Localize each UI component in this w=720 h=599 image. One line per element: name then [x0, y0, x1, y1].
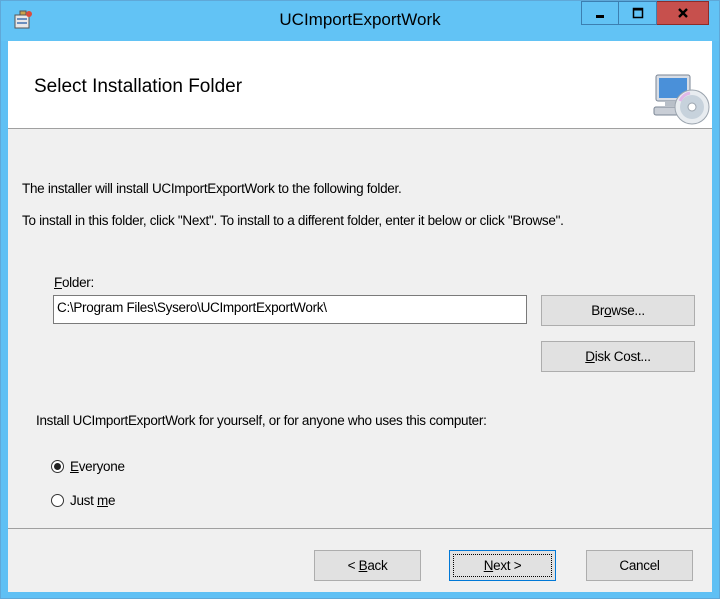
page-title: Select Installation Folder: [34, 76, 243, 97]
dialog-body: The installer will install UCImportExpor…: [8, 129, 712, 528]
folder-path-input[interactable]: C:\Program Files\Sysero\UCImportExportWo…: [53, 295, 527, 324]
maximize-button[interactable]: [619, 1, 657, 25]
computer-disc-icon: [653, 74, 710, 125]
radio-just-me-circle[interactable]: [51, 494, 64, 507]
disk-cost-button[interactable]: Disk Cost...: [541, 341, 695, 372]
maximize-icon: [632, 7, 643, 19]
window-controls: [581, 1, 709, 27]
focus-rectangle: [453, 554, 552, 577]
folder-label: Folder:: [54, 275, 94, 290]
intro-line-2: To install in this folder, click "Next".…: [22, 213, 564, 228]
minimize-icon: [596, 15, 604, 18]
back-button[interactable]: < Back: [314, 550, 421, 581]
radio-selected-dot: [54, 463, 61, 470]
close-icon: [677, 8, 688, 18]
banner-header: Select Installation Folder: [8, 41, 712, 129]
radio-everyone-circle[interactable]: [51, 460, 64, 473]
title-bar[interactable]: UCImportExportWork: [1, 1, 719, 41]
intro-line-1: The installer will install UCImportExpor…: [22, 181, 402, 196]
minimize-button[interactable]: [581, 1, 619, 25]
radio-just-me-label[interactable]: Just me: [70, 493, 115, 508]
dialog-footer: < Back Next > Cancel: [8, 528, 712, 592]
next-button[interactable]: Next >: [449, 550, 556, 581]
install-for-text: Install UCImportExportWork for yourself,…: [36, 413, 487, 428]
close-button[interactable]: [657, 1, 709, 25]
radio-everyone-label[interactable]: Everyone: [70, 459, 125, 474]
installer-window: UCImportExportWork Select Installation F…: [0, 0, 720, 599]
cancel-button[interactable]: Cancel: [586, 550, 693, 581]
browse-button[interactable]: Browse...: [541, 295, 695, 326]
